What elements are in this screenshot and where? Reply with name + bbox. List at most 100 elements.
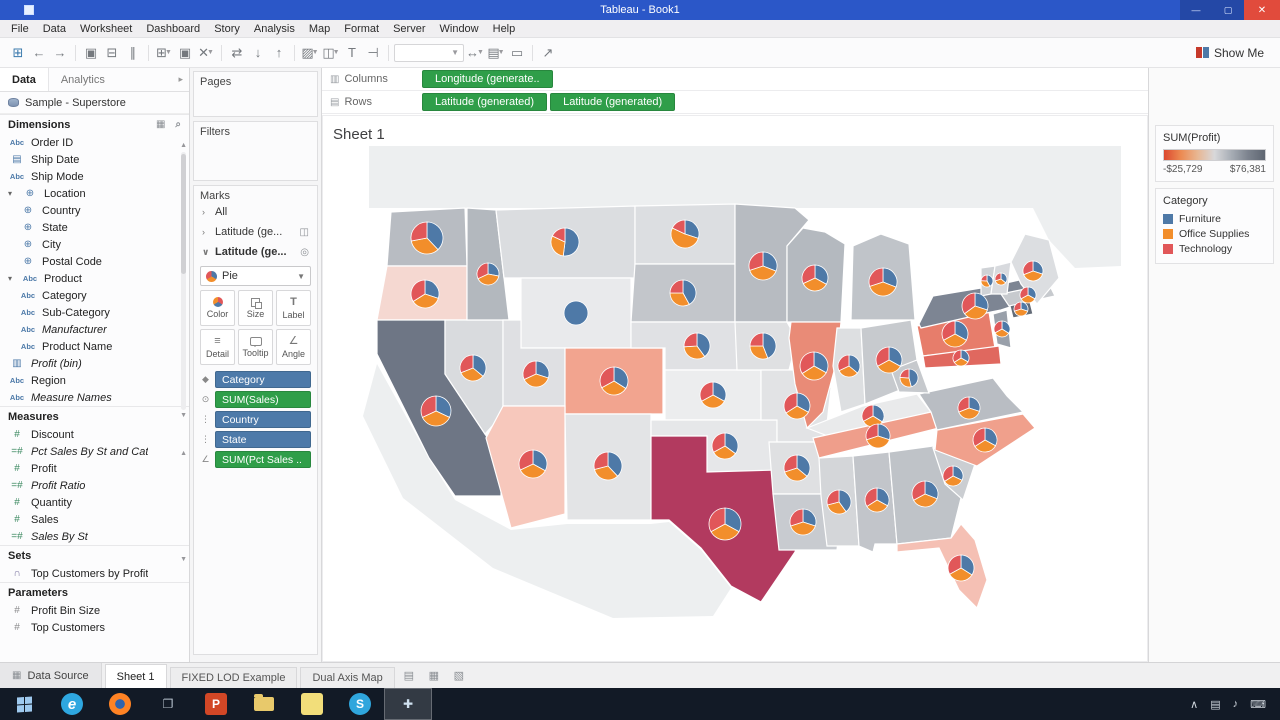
dimension-postal-code[interactable]: ⊕Postal Code [0, 253, 189, 270]
start-button[interactable] [0, 688, 48, 720]
duplicate-sheet-icon[interactable]: ▣ [175, 43, 195, 63]
datasource-item[interactable]: Sample - Superstore [0, 92, 189, 114]
tableau-logo-icon[interactable]: ⊞ [8, 43, 28, 63]
data-source-tab[interactable]: ▦ Data Source [0, 663, 102, 688]
find-field-icon[interactable]: ⌕ [169, 119, 181, 130]
pie-VA[interactable] [958, 397, 980, 419]
pie-CA[interactable] [421, 396, 451, 426]
detail-button[interactable]: ≡Detail [200, 329, 235, 365]
pie-NH[interactable] [995, 273, 1007, 285]
pie-MT[interactable] [551, 228, 579, 256]
pie-MS[interactable] [827, 490, 851, 514]
save-icon[interactable]: ▣ [81, 43, 101, 63]
show-hide-cards-icon[interactable]: ▤▼ [486, 43, 506, 63]
scroll-down-icon[interactable]: ▼ [180, 556, 187, 563]
pie-CO[interactable] [600, 367, 628, 395]
menu-server[interactable]: Server [386, 23, 432, 35]
scroll-up-icon[interactable]: ▲ [180, 142, 187, 149]
dimension-region[interactable]: AbcRegion [0, 372, 189, 389]
add-datasource-icon[interactable]: ⊟ [102, 43, 122, 63]
pie-NY[interactable] [962, 293, 988, 319]
menu-format[interactable]: Format [337, 23, 386, 35]
pie-IN[interactable] [838, 355, 860, 377]
pie-PA[interactable] [942, 321, 968, 347]
firefox-icon[interactable] [96, 688, 144, 720]
scroll-up-icon[interactable]: ▲ [180, 450, 187, 457]
rows-pill-latitude-generated[interactable]: Latitude (generated) [550, 93, 675, 111]
pie-TN[interactable] [866, 424, 890, 448]
measure-profit-ratio[interactable]: =#Profit Ratio [0, 477, 189, 494]
sort-descending-icon[interactable]: ↑ [269, 43, 289, 63]
dimension-product[interactable]: ▾AbcProduct [0, 270, 189, 287]
filters-card[interactable]: Filters [193, 121, 318, 181]
legend-item-furniture[interactable]: Furniture [1163, 212, 1266, 226]
pill-sum-sales[interactable]: SUM(Sales) [215, 391, 311, 408]
rows-pill-latitude-generated[interactable]: Latitude (generated) [422, 93, 547, 111]
pie-AZ[interactable] [519, 450, 547, 478]
file-explorer-icon[interactable] [240, 688, 288, 720]
measure-profit[interactable]: #Profit [0, 460, 189, 477]
pill-state[interactable]: State [215, 431, 311, 448]
pie-AR[interactable] [784, 455, 810, 481]
dimension-manufacturer[interactable]: AbcManufacturer [0, 321, 189, 338]
menu-analysis[interactable]: Analysis [247, 23, 302, 35]
pie-IL[interactable] [800, 352, 828, 380]
size-button[interactable]: Size [238, 290, 273, 326]
pie-SC[interactable] [943, 466, 963, 486]
measure-quantity[interactable]: #Quantity [0, 494, 189, 511]
measure-sales-by-st[interactable]: =#Sales By St [0, 528, 189, 545]
pane-options-icon[interactable]: ▸ [178, 74, 183, 85]
tableau-taskbar-icon[interactable]: ✚ [384, 688, 432, 720]
scroll-down-icon[interactable]: ▼ [180, 412, 187, 419]
menu-file[interactable]: File [4, 23, 36, 35]
close-button[interactable]: ✕ [1244, 0, 1280, 20]
sheet-tab-dual-axis-map[interactable]: Dual Axis Map [300, 667, 394, 688]
swap-axes-icon[interactable]: ⇄ [227, 43, 247, 63]
pie-WA[interactable] [411, 222, 443, 254]
scrollbar-thumb[interactable] [181, 154, 186, 274]
fit-width-icon[interactable]: ↔▼ [465, 43, 485, 63]
maximize-button[interactable]: ▢ [1212, 0, 1244, 20]
view-data-icon[interactable]: ▦ [150, 119, 165, 130]
label-button[interactable]: TLabel [276, 290, 311, 326]
menu-dashboard[interactable]: Dashboard [139, 23, 207, 35]
profit-color-legend[interactable]: SUM(Profit) -$25,729 $76,381 [1155, 125, 1274, 182]
share-workbook-icon[interactable]: ↗ [538, 43, 558, 63]
pie-GA[interactable] [912, 481, 938, 507]
menu-window[interactable]: Window [433, 23, 486, 35]
dimension-product-name[interactable]: AbcProduct Name [0, 338, 189, 355]
pie-MD[interactable] [953, 350, 969, 366]
pie-NM[interactable] [594, 452, 622, 480]
columns-shelf[interactable]: ▥ Columns Longitude (generate.. [322, 68, 1148, 91]
marks-layer-all[interactable]: ›All [200, 202, 311, 222]
expander-icon[interactable]: ▾ [8, 274, 16, 283]
pie-NV[interactable] [460, 355, 486, 381]
group-members-icon[interactable]: ◫▼ [321, 43, 341, 63]
dimension-city[interactable]: ⊕City [0, 236, 189, 253]
tooltip-button[interactable]: Tooltip [238, 329, 273, 365]
pie-OH[interactable] [876, 347, 902, 373]
pie-KY[interactable] [862, 405, 884, 427]
pie-IA[interactable] [750, 333, 776, 359]
fix-axes-icon[interactable]: ⊣ [363, 43, 383, 63]
pause-updates-icon[interactable]: ∥ [123, 43, 143, 63]
show-me-button[interactable]: Show Me [1188, 44, 1272, 62]
dimension-sub-category[interactable]: AbcSub-Category [0, 304, 189, 321]
legend-item-technology[interactable]: Technology [1163, 242, 1266, 256]
tray-monitor-icon[interactable]: ▤ [1210, 698, 1220, 711]
tray-volume-icon[interactable]: ♪ [1233, 698, 1239, 710]
presentation-mode-icon[interactable]: ▭ [507, 43, 527, 63]
pill-sum-pct-sales[interactable]: SUM(Pct Sales .. [215, 451, 311, 468]
pie-MA[interactable] [1020, 287, 1036, 303]
category-legend[interactable]: Category FurnitureOffice SuppliesTechnol… [1155, 188, 1274, 264]
pie-ME[interactable] [1023, 261, 1043, 281]
sheet-tab-fixed-lod-example[interactable]: FIXED LOD Example [170, 667, 298, 688]
parameter-profit-bin-size[interactable]: #Profit Bin Size [0, 602, 189, 619]
set-top-customers-by-profit[interactable]: ∩Top Customers by Profit [0, 565, 189, 582]
columns-pill-longitude-generate[interactable]: Longitude (generate.. [422, 70, 553, 88]
pie-NE[interactable] [684, 333, 710, 359]
highlight-icon[interactable]: ▨▼ [300, 43, 320, 63]
pie-NC[interactable] [973, 428, 997, 452]
pie-LA[interactable] [790, 509, 816, 535]
tray-keyboard-icon[interactable]: ⌨ [1250, 698, 1266, 711]
